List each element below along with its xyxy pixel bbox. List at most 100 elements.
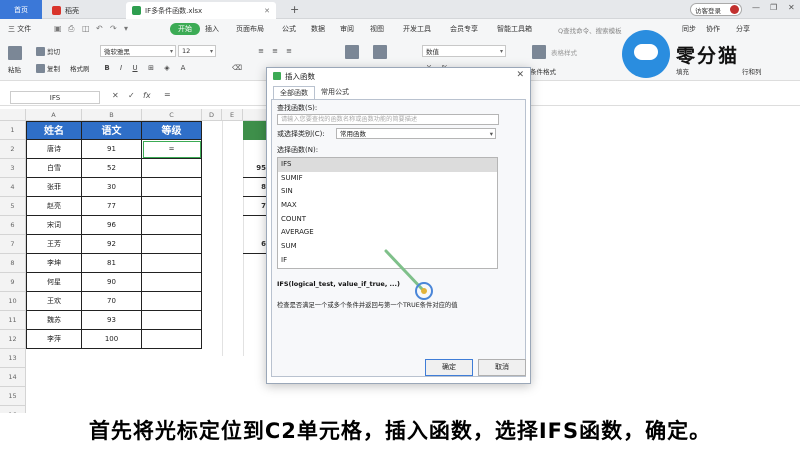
font-name-select[interactable]: 微软雅黑 bbox=[100, 45, 176, 57]
row-header[interactable]: 15 bbox=[0, 387, 26, 406]
col-header-e[interactable]: E bbox=[222, 109, 243, 121]
number-format-select[interactable]: 数值 bbox=[422, 45, 506, 57]
cancel-button[interactable]: 取消 bbox=[478, 359, 526, 376]
header-cell[interactable]: 姓名 bbox=[26, 121, 82, 140]
eraser-icon[interactable]: ⌫ bbox=[232, 63, 242, 73]
row-col-button[interactable]: 行和列 bbox=[742, 66, 762, 76]
table-cell[interactable]: 李萍 bbox=[26, 330, 82, 349]
table-cell[interactable]: 81 bbox=[82, 254, 142, 273]
function-list-item[interactable]: AVERAGE bbox=[278, 226, 497, 240]
header-cell[interactable]: 等级 bbox=[142, 121, 202, 140]
menu-page-layout[interactable]: 页面布局 bbox=[236, 24, 264, 34]
ok-button[interactable]: 确定 bbox=[425, 359, 473, 376]
table-cell[interactable]: 93 bbox=[82, 311, 142, 330]
border-icon[interactable]: ⊞ bbox=[146, 63, 156, 73]
copy-button[interactable]: 复制 bbox=[36, 63, 60, 73]
category-select[interactable]: 常用函数 bbox=[336, 128, 496, 139]
save-icon[interactable]: ▣ bbox=[54, 24, 62, 33]
col-header-f[interactable] bbox=[243, 109, 268, 121]
table-cell[interactable]: 30 bbox=[82, 178, 142, 197]
row-header[interactable]: 4 bbox=[0, 178, 26, 197]
function-search-input[interactable]: 请输入您要查找的函数名称或函数功能的简要描述 bbox=[277, 114, 499, 125]
table-cell[interactable]: 王欢 bbox=[26, 292, 82, 311]
partial-value[interactable]: 6 bbox=[243, 235, 268, 254]
function-list-item[interactable]: COUNT bbox=[278, 213, 497, 227]
paste-button[interactable]: 粘贴 bbox=[8, 64, 21, 74]
font-color-icon[interactable]: A bbox=[178, 63, 188, 73]
menu-member[interactable]: 会员专享 bbox=[450, 24, 478, 34]
menu-developer[interactable]: 开发工具 bbox=[403, 24, 431, 34]
table-cell[interactable] bbox=[142, 197, 202, 216]
menu-smart-tools[interactable]: 智能工具箱 bbox=[497, 24, 532, 34]
col-header-d[interactable]: D bbox=[202, 109, 222, 121]
col-header-b[interactable]: B bbox=[82, 109, 142, 121]
table-cell[interactable] bbox=[142, 292, 202, 311]
table-cell[interactable] bbox=[142, 235, 202, 254]
table-cell[interactable]: 90 bbox=[82, 273, 142, 292]
maximize-icon[interactable]: ❐ bbox=[770, 3, 777, 12]
function-list-item[interactable]: IFS bbox=[278, 158, 497, 172]
table-cell[interactable] bbox=[142, 178, 202, 197]
fx-icon[interactable]: fx bbox=[143, 91, 151, 100]
row-header[interactable]: 7 bbox=[0, 235, 26, 254]
tab-home[interactable]: 首页 bbox=[0, 0, 42, 19]
table-cell[interactable] bbox=[142, 216, 202, 235]
row-header[interactable]: 5 bbox=[0, 197, 26, 216]
table-cell[interactable]: 100 bbox=[82, 330, 142, 349]
cut-button[interactable]: 剪切 bbox=[36, 46, 60, 56]
col-header-c[interactable]: C bbox=[142, 109, 202, 121]
table-cell[interactable]: 宋词 bbox=[26, 216, 82, 235]
table-cell[interactable]: 魏苏 bbox=[26, 311, 82, 330]
merge-center-button[interactable] bbox=[345, 45, 359, 59]
table-style-button[interactable]: 表格样式 bbox=[551, 47, 577, 57]
align-left-icon[interactable]: ≡ bbox=[256, 46, 266, 56]
table-cell[interactable]: 96 bbox=[82, 216, 142, 235]
partial-value[interactable]: 8 bbox=[243, 178, 268, 197]
underline-icon[interactable]: U bbox=[130, 63, 140, 73]
bold-icon[interactable]: B bbox=[102, 63, 112, 73]
print-icon[interactable]: ⎙ bbox=[68, 24, 74, 34]
row-header[interactable]: 6 bbox=[0, 216, 26, 235]
row-header[interactable]: 8 bbox=[0, 254, 26, 273]
table-cell[interactable]: 91 bbox=[82, 140, 142, 159]
function-list-item[interactable]: SUMIF bbox=[278, 172, 497, 186]
col-header-a[interactable]: A bbox=[26, 109, 82, 121]
table-cell[interactable]: 李坤 bbox=[26, 254, 82, 273]
tab-common-formulas[interactable]: 常用公式 bbox=[315, 86, 355, 99]
align-center-icon[interactable]: ≡ bbox=[270, 46, 280, 56]
fill-color-icon[interactable]: ◈ bbox=[162, 63, 172, 73]
row-header[interactable]: 12 bbox=[0, 330, 26, 349]
font-size-select[interactable]: 12 bbox=[178, 45, 216, 57]
row-header[interactable]: 10 bbox=[0, 292, 26, 311]
redo-icon[interactable]: ↷ bbox=[110, 24, 117, 33]
new-tab-button[interactable]: + bbox=[290, 3, 299, 16]
header-cell[interactable]: 语文 bbox=[82, 121, 142, 140]
auto-wrap-button[interactable] bbox=[373, 45, 387, 59]
table-cell[interactable]: = bbox=[142, 140, 202, 159]
preview-icon[interactable]: ◫ bbox=[82, 24, 90, 33]
login-button[interactable]: 访客登录 bbox=[690, 3, 742, 16]
tab-file[interactable]: IF多条件函数.xlsx ✕ bbox=[126, 2, 276, 19]
table-cell[interactable] bbox=[142, 330, 202, 349]
table-cell[interactable] bbox=[142, 311, 202, 330]
table-cell[interactable]: 白雪 bbox=[26, 159, 82, 178]
row-header[interactable]: 9 bbox=[0, 273, 26, 292]
row-header[interactable]: 13 bbox=[0, 349, 26, 368]
menu-start[interactable]: 开始 bbox=[170, 23, 200, 35]
menu-review[interactable]: 审阅 bbox=[340, 24, 354, 34]
minimize-icon[interactable]: — bbox=[752, 3, 760, 12]
table-cell[interactable]: 唐诗 bbox=[26, 140, 82, 159]
menu-view[interactable]: 视图 bbox=[370, 24, 384, 34]
menu-data[interactable]: 数据 bbox=[311, 24, 325, 34]
select-all[interactable] bbox=[0, 109, 26, 121]
table-cell[interactable] bbox=[142, 159, 202, 178]
table-cell[interactable]: 张菲 bbox=[26, 178, 82, 197]
dialog-close-icon[interactable]: ✕ bbox=[516, 70, 524, 80]
window-close-icon[interactable]: ✕ bbox=[788, 3, 795, 12]
confirm-formula-icon[interactable]: ✓ bbox=[128, 91, 135, 100]
format-painter-button[interactable]: 格式刷 bbox=[70, 63, 90, 73]
row-header[interactable]: 2 bbox=[0, 140, 26, 159]
table-cell[interactable]: 王芳 bbox=[26, 235, 82, 254]
table-cell[interactable]: 92 bbox=[82, 235, 142, 254]
partial-value[interactable]: 95 bbox=[243, 159, 268, 178]
